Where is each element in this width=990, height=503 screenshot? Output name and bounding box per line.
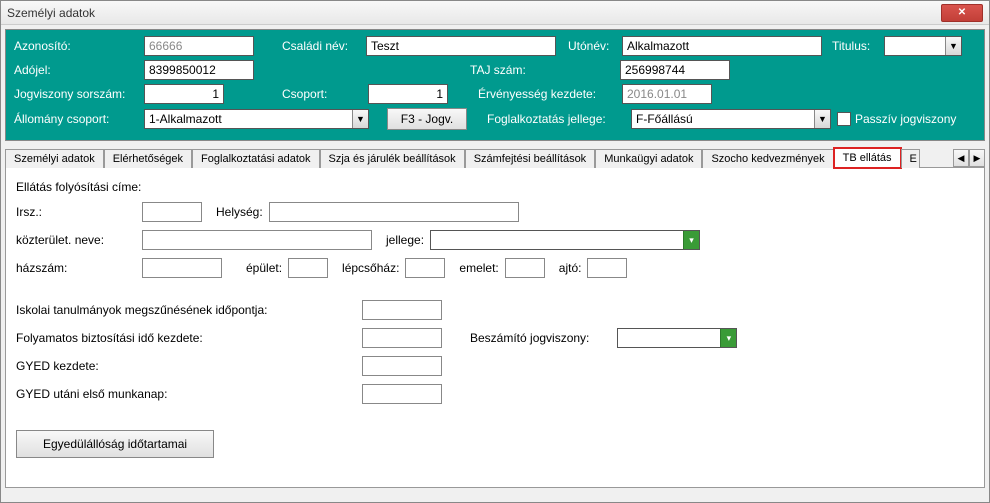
lbl-beszamito: Beszámító jogviszony: bbox=[470, 331, 589, 345]
gyed-kezdete-input[interactable] bbox=[362, 356, 442, 376]
lbl-csaladinev: Családi név: bbox=[282, 39, 362, 53]
kozterulet-neve-input[interactable] bbox=[142, 230, 372, 250]
egyedullallosag-button[interactable]: Egyedülállóság időtartamai bbox=[16, 430, 214, 458]
utonev-field[interactable] bbox=[622, 36, 822, 56]
section-title: Ellátás folyósítási címe: bbox=[16, 180, 141, 194]
lbl-adojel: Adójel: bbox=[14, 63, 140, 77]
epulet-input[interactable] bbox=[288, 258, 328, 278]
lbl-kozterulet-neve: közterület. neve: bbox=[16, 233, 136, 247]
lbl-fogl-jellege: Foglalkoztatás jellege: bbox=[487, 112, 627, 126]
tab-szocho-kedvezmenyek[interactable]: Szocho kedvezmények bbox=[702, 149, 833, 168]
lbl-lepcsohaz: lépcsőház: bbox=[342, 261, 399, 275]
jellege-input[interactable] bbox=[431, 231, 683, 249]
lbl-allomany-csoport: Állomány csoport: bbox=[14, 112, 140, 126]
tab-munkaugyi-adatok[interactable]: Munkaügyi adatok bbox=[595, 149, 702, 168]
tab-foglalkoztatasi-adatok[interactable]: Foglalkoztatási adatok bbox=[192, 149, 319, 168]
passziv-checkbox[interactable] bbox=[837, 112, 851, 126]
lbl-titulus: Titulus: bbox=[832, 39, 880, 53]
jogv-sorszam-field[interactable] bbox=[144, 84, 224, 104]
lbl-folyamatos: Folyamatos biztosítási idő kezdete: bbox=[16, 331, 356, 345]
lbl-hazszam: házszám: bbox=[16, 261, 136, 275]
lbl-ajto: ajtó: bbox=[559, 261, 582, 275]
folyamatos-input[interactable] bbox=[362, 328, 442, 348]
tab-szja-jarulek[interactable]: Szja és járulék beállítások bbox=[320, 149, 465, 168]
helyseg-input[interactable] bbox=[269, 202, 519, 222]
lbl-jellege: jellege: bbox=[386, 233, 424, 247]
azonosito-field[interactable] bbox=[144, 36, 254, 56]
lbl-passziv: Passzív jogviszony bbox=[855, 112, 956, 126]
erv-kezdete-field[interactable] bbox=[622, 84, 712, 104]
hazszam-input[interactable] bbox=[142, 258, 222, 278]
tab-elerhetosegek[interactable]: Elérhetőségek bbox=[104, 149, 192, 168]
tab-tb-ellatas[interactable]: TB ellátás bbox=[834, 148, 901, 168]
lbl-epulet: épület: bbox=[246, 261, 282, 275]
window: Személyi adatok ✕ Azonosító: Családi név… bbox=[0, 0, 990, 503]
lbl-helyseg: Helység: bbox=[216, 205, 263, 219]
beszamito-input[interactable] bbox=[618, 329, 720, 347]
lbl-jogv-sorszam: Jogviszony sorszám: bbox=[14, 87, 140, 101]
chevron-down-icon[interactable]: ▼ bbox=[945, 37, 961, 55]
titlebar: Személyi adatok ✕ bbox=[1, 1, 989, 25]
tab-content-tb-ellatas: Ellátás folyósítási címe: Irsz.: Helység… bbox=[5, 168, 985, 488]
lbl-erv-kezdete: Érvényesség kezdete: bbox=[478, 87, 618, 101]
tabs-prev-button[interactable]: ◀ bbox=[953, 149, 969, 167]
lbl-iskolai: Iskolai tanulmányok megszűnésének időpon… bbox=[16, 303, 356, 317]
titulus-select[interactable]: ▼ bbox=[884, 36, 962, 56]
tab-szemelyi-adatok[interactable]: Személyi adatok bbox=[5, 149, 104, 168]
allomany-csoport-input[interactable] bbox=[145, 110, 352, 128]
window-title: Személyi adatok bbox=[7, 6, 941, 20]
ajto-input[interactable] bbox=[587, 258, 627, 278]
header-panel: Azonosító: Családi név: Utónév: Titulus:… bbox=[5, 29, 985, 141]
iskolai-input[interactable] bbox=[362, 300, 442, 320]
lepcsohaz-input[interactable] bbox=[405, 258, 445, 278]
lbl-utonev: Utónév: bbox=[568, 39, 618, 53]
chevron-down-icon[interactable]: ▾ bbox=[683, 231, 699, 249]
titulus-input[interactable] bbox=[885, 37, 945, 55]
gyed-utani-input[interactable] bbox=[362, 384, 442, 404]
tajszam-field[interactable] bbox=[620, 60, 730, 80]
tab-extra[interactable]: E bbox=[901, 149, 920, 168]
csoport-field[interactable] bbox=[368, 84, 448, 104]
lbl-csoport: Csoport: bbox=[282, 87, 342, 101]
lbl-gyed-utani: GYED utáni első munkanap: bbox=[16, 387, 356, 401]
emelet-input[interactable] bbox=[505, 258, 545, 278]
csaladinev-field[interactable] bbox=[366, 36, 556, 56]
chevron-down-icon[interactable]: ▼ bbox=[352, 110, 368, 128]
close-button[interactable]: ✕ bbox=[941, 4, 983, 22]
fogl-jellege-select[interactable]: ▼ bbox=[631, 109, 831, 129]
fogl-jellege-input[interactable] bbox=[632, 110, 814, 128]
jellege-select[interactable]: ▾ bbox=[430, 230, 700, 250]
adojel-field[interactable] bbox=[144, 60, 254, 80]
lbl-emelet: emelet: bbox=[459, 261, 498, 275]
lbl-irsz: Irsz.: bbox=[16, 205, 136, 219]
tab-szamfejtesi-beallitasok[interactable]: Számfejtési beállítások bbox=[465, 149, 596, 168]
f3-jogv-button[interactable]: F3 - Jogv. bbox=[387, 108, 467, 130]
tabs-nav: ◀ ▶ bbox=[953, 149, 985, 167]
irsz-input[interactable] bbox=[142, 202, 202, 222]
beszamito-select[interactable]: ▾ bbox=[617, 328, 737, 348]
allomany-csoport-select[interactable]: ▼ bbox=[144, 109, 369, 129]
lbl-tajszam: TAJ szám: bbox=[470, 63, 540, 77]
lbl-azonosito: Azonosító: bbox=[14, 39, 140, 53]
tabs-bar: Személyi adatok Elérhetőségek Foglalkozt… bbox=[5, 147, 985, 168]
chevron-down-icon[interactable]: ▼ bbox=[814, 110, 830, 128]
chevron-down-icon[interactable]: ▾ bbox=[720, 329, 736, 347]
lbl-gyed-kezdete: GYED kezdete: bbox=[16, 359, 356, 373]
tabs-next-button[interactable]: ▶ bbox=[969, 149, 985, 167]
